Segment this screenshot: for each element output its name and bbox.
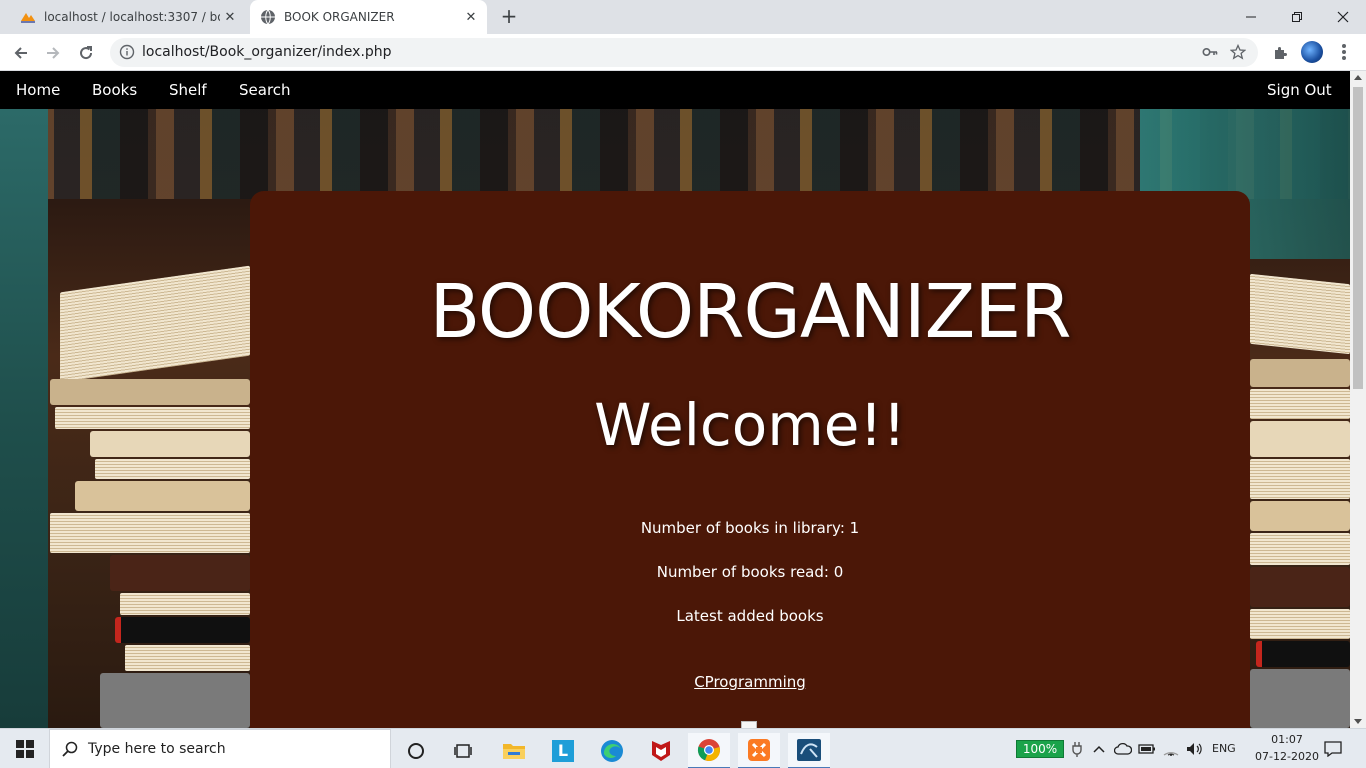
language-indicator[interactable]: ENG (1212, 742, 1236, 755)
tab-book-organizer[interactable]: BOOK ORGANIZER ✕ (250, 0, 487, 34)
taskbar-search-box[interactable]: Type here to search (49, 729, 391, 768)
welcome-card: BOOKORGANIZER Welcome!! Number of books … (250, 191, 1250, 728)
latest-book-link[interactable]: CProgramming (694, 673, 806, 691)
browser-toolbar: localhost/Book_organizer/index.php (0, 34, 1366, 71)
bookmark-star-icon[interactable] (1230, 44, 1246, 60)
books-read-text: Number of books read: 0 (656, 563, 844, 581)
speaker-volume-icon[interactable] (1184, 729, 1206, 768)
browser-tab-strip: localhost / localhost:3307 / book ✕ BOOK… (0, 0, 1366, 34)
url-text[interactable]: localhost/Book_organizer/index.php (142, 38, 392, 67)
welcome-heading: Welcome!! (594, 391, 906, 459)
wifi-icon[interactable] (1160, 729, 1182, 768)
app-title: BOOKORGANIZER (429, 269, 1071, 355)
new-tab-button[interactable]: + (498, 5, 520, 27)
reload-icon[interactable] (73, 40, 99, 66)
task-view-icon[interactable] (443, 733, 485, 768)
mcafee-icon[interactable] (640, 733, 682, 768)
show-hidden-icons-chevron-icon[interactable] (1090, 729, 1108, 768)
mysql-workbench-icon[interactable] (788, 733, 830, 768)
onedrive-cloud-icon[interactable] (1112, 729, 1134, 768)
tab-phpmyadmin[interactable]: localhost / localhost:3307 / book ✕ (8, 0, 246, 34)
clock-date[interactable]: 07-12-2020 (1247, 750, 1327, 763)
search-placeholder: Type here to search (88, 741, 226, 757)
scrollbar-thumb[interactable] (1353, 87, 1363, 389)
page-viewport: Home Books Shelf Search Sign Out BOOKORG… (0, 71, 1350, 728)
profile-avatar[interactable] (1301, 41, 1323, 63)
close-tab-icon[interactable]: ✕ (461, 10, 481, 25)
xampp-icon[interactable] (738, 733, 780, 768)
edge-icon[interactable] (591, 733, 633, 768)
nav-home[interactable]: Home (16, 71, 60, 109)
notification-center-icon[interactable] (1318, 729, 1348, 768)
scroll-down-arrow-icon[interactable] (1354, 719, 1362, 724)
windows-taskbar: Type here to search L 100% ENG 01:07 07-… (0, 728, 1366, 768)
file-explorer-icon[interactable] (493, 733, 535, 768)
close-tab-icon[interactable]: ✕ (220, 10, 240, 25)
restore-icon[interactable] (1274, 0, 1320, 34)
globe-icon (261, 9, 275, 25)
nav-books[interactable]: Books (92, 71, 137, 109)
l-app-icon[interactable]: L (542, 733, 584, 768)
battery-tray-icon[interactable] (1136, 729, 1158, 768)
info-icon[interactable] (119, 44, 135, 60)
nav-sign-out[interactable]: Sign Out (1267, 71, 1332, 109)
site-navbar: Home Books Shelf Search Sign Out (0, 71, 1350, 109)
power-plug-icon[interactable] (1070, 729, 1084, 768)
latest-book-item: CProgramming (250, 673, 1250, 691)
phpmyadmin-icon (21, 13, 35, 23)
back-arrow-icon[interactable] (8, 40, 34, 66)
search-icon (62, 741, 78, 757)
address-bar[interactable]: localhost/Book_organizer/index.php (110, 38, 1258, 67)
minimize-icon[interactable] (1228, 0, 1274, 34)
extensions-icon[interactable] (1267, 40, 1293, 66)
battery-indicator[interactable]: 100% (1016, 740, 1064, 758)
books-in-library-text: Number of books in library: 1 (640, 519, 860, 537)
key-icon[interactable] (1202, 45, 1218, 59)
chrome-icon[interactable] (688, 733, 730, 768)
close-window-icon[interactable] (1320, 0, 1366, 34)
hero-background: BOOKORGANIZER Welcome!! Number of books … (0, 109, 1350, 728)
clock-time[interactable]: 01:07 (1265, 733, 1309, 746)
scroll-up-arrow-icon[interactable] (1354, 75, 1362, 80)
broken-image-icon (741, 721, 757, 728)
page-scrollbar[interactable] (1350, 71, 1366, 728)
latest-added-heading: Latest added books (676, 607, 824, 625)
nav-shelf[interactable]: Shelf (169, 71, 207, 109)
tab-title: localhost / localhost:3307 / book (44, 10, 220, 24)
more-menu-icon[interactable] (1334, 40, 1354, 64)
tab-title: BOOK ORGANIZER (284, 10, 395, 24)
cortana-icon[interactable] (395, 733, 437, 768)
windows-start-icon[interactable] (0, 729, 49, 768)
background-book-spine (0, 109, 48, 728)
forward-arrow-icon[interactable] (40, 40, 66, 66)
nav-search[interactable]: Search (239, 71, 291, 109)
